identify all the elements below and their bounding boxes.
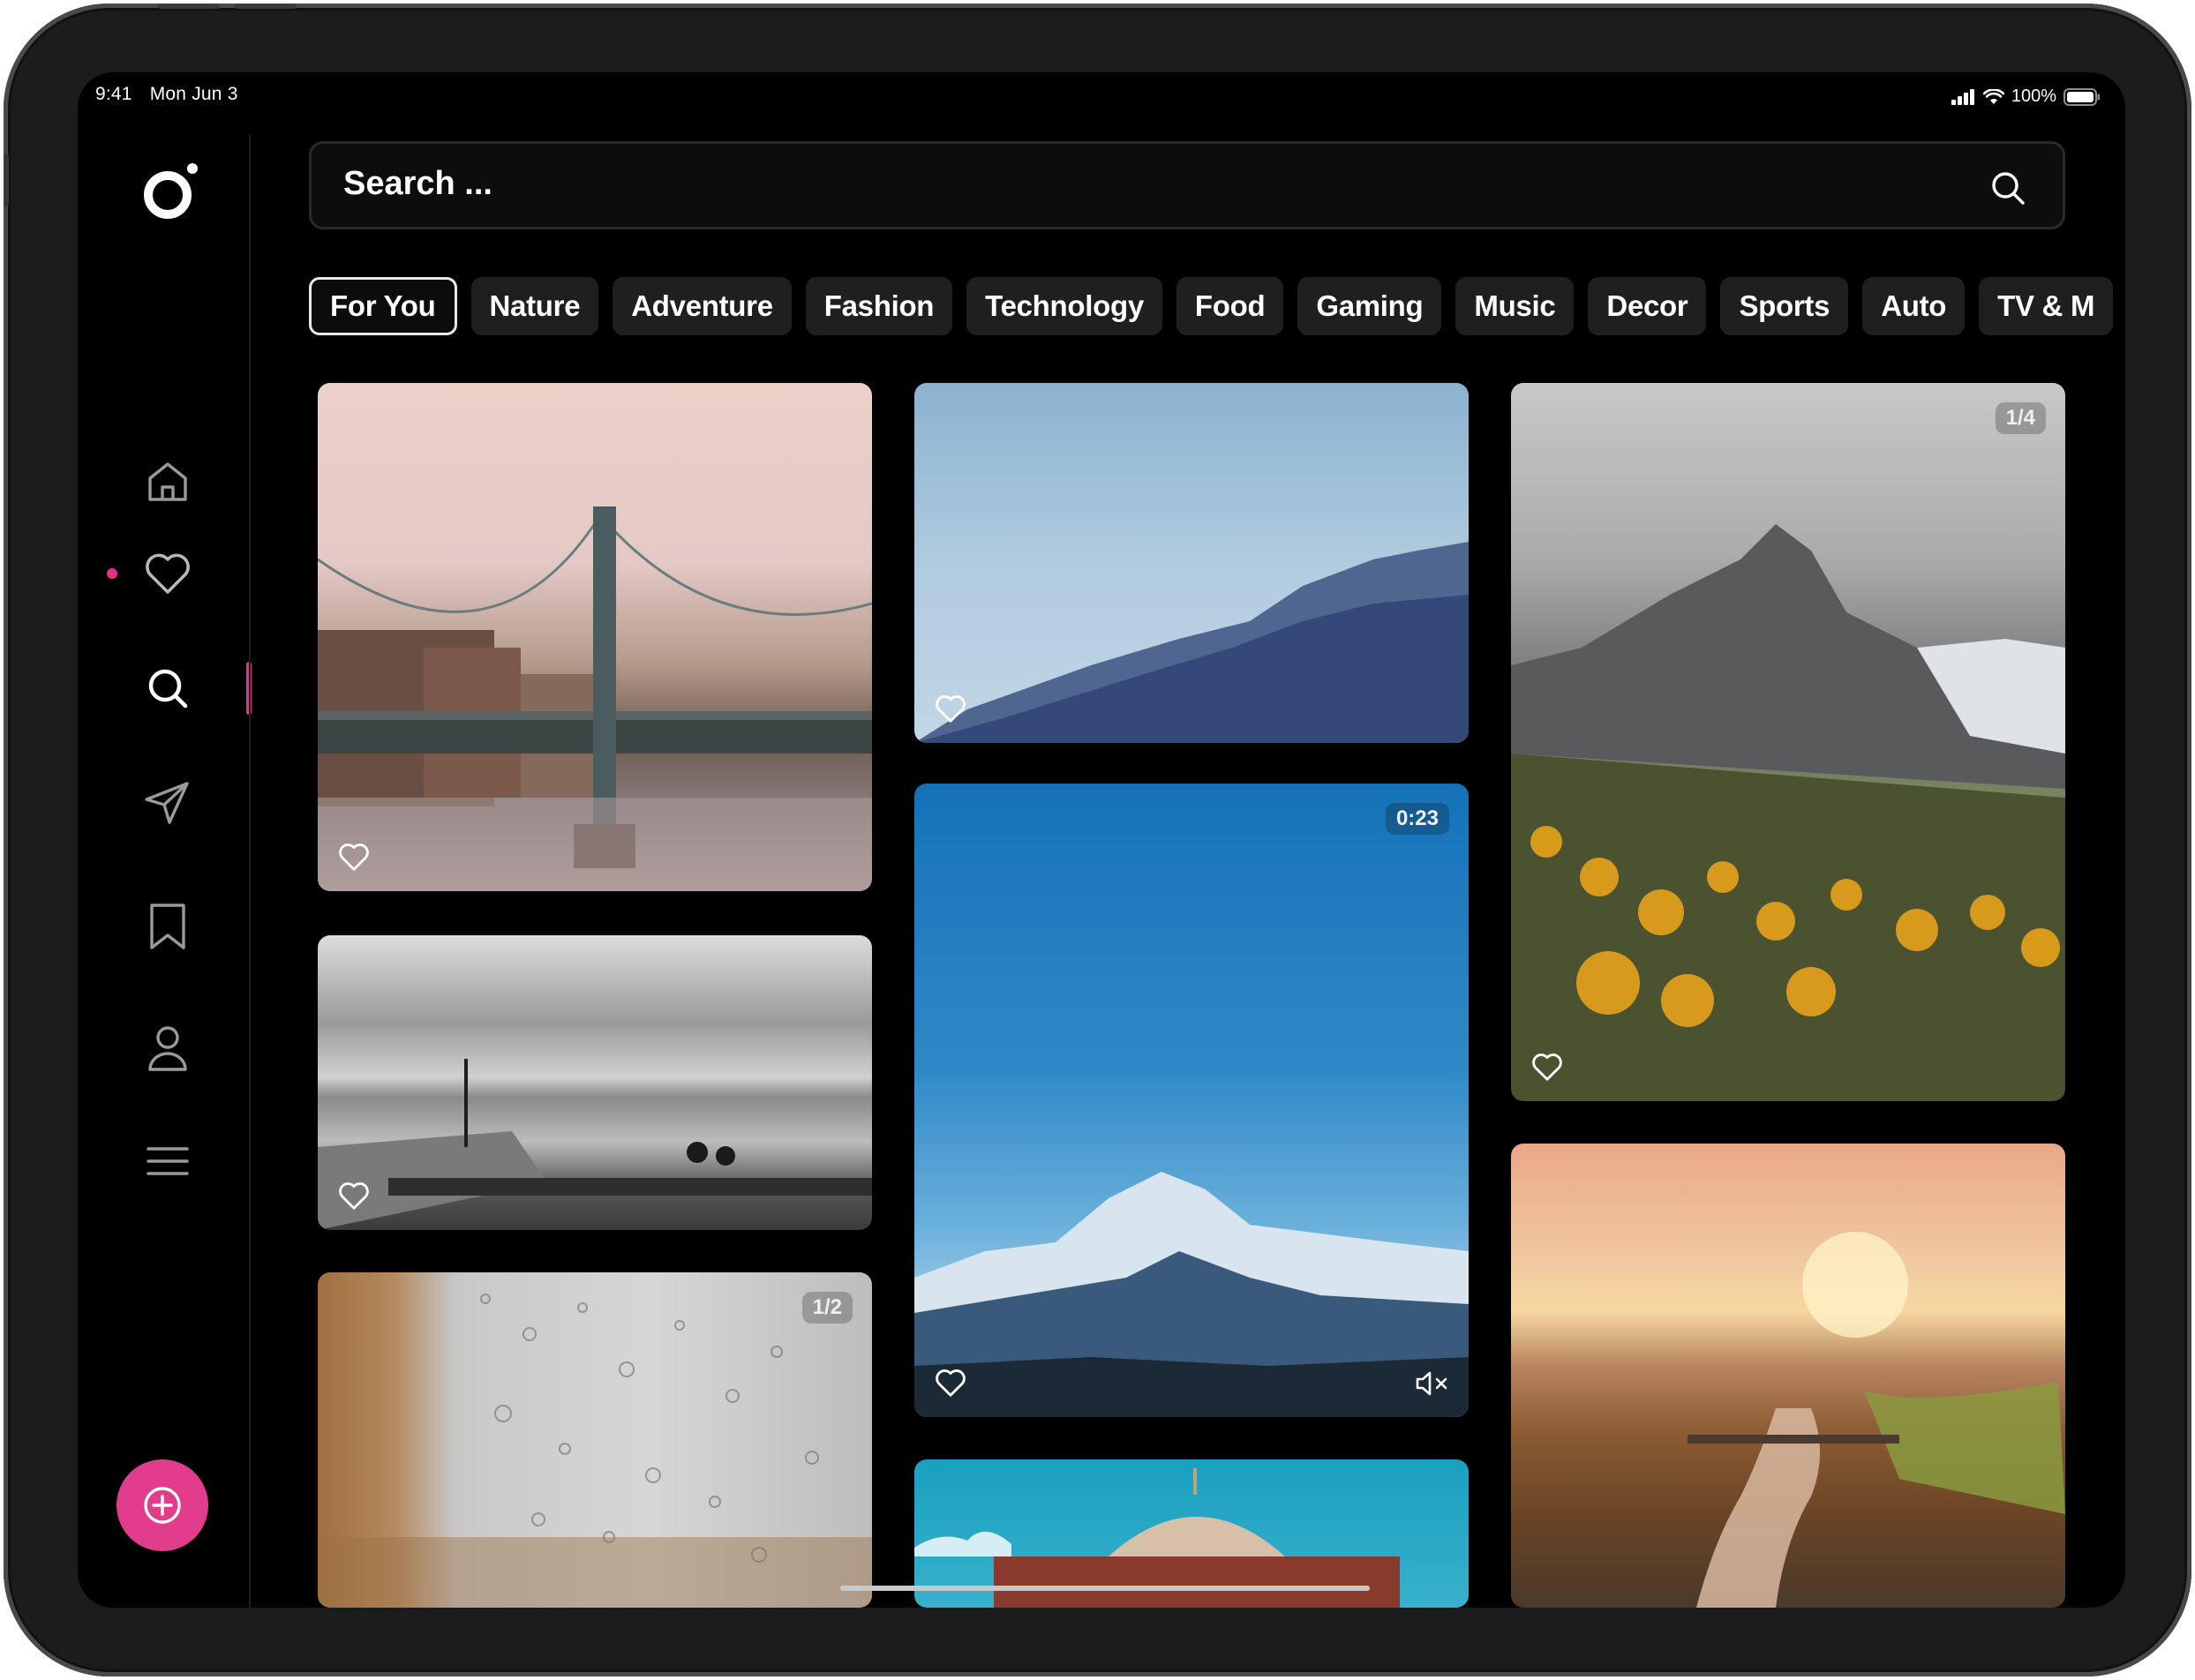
like-icon[interactable] xyxy=(934,1366,967,1399)
video-duration-badge: 0:23 xyxy=(1385,803,1449,835)
carousel-count-badge: 1/2 xyxy=(801,1292,853,1324)
chip-nature[interactable]: Nature xyxy=(470,277,599,335)
chip-decor[interactable]: Decor xyxy=(1588,277,1707,335)
device-button xyxy=(4,154,9,206)
mute-icon[interactable] xyxy=(1414,1369,1449,1398)
sunset-river-illustration xyxy=(1688,1232,2065,1608)
home-indicator[interactable] xyxy=(840,1586,1370,1591)
sunset-river-photo[interactable] xyxy=(1511,1144,2065,1608)
carousel-count-badge: 1/4 xyxy=(1995,402,2046,434)
category-chips: For You Nature Adventure Fashion Technology F… xyxy=(309,277,2125,341)
sidebar xyxy=(78,72,252,1608)
circle-logo-icon xyxy=(144,163,198,219)
alpine-peak-photo[interactable]: 1/4 xyxy=(1511,383,2065,1101)
sidebar-item-home[interactable] xyxy=(139,454,196,510)
tablet-frame: 9:41 Mon Jun 3 100% Search ... For You N… xyxy=(4,4,2191,1676)
cellular-signal-icon xyxy=(1951,88,1974,105)
device-button xyxy=(235,4,297,9)
chip-technology[interactable]: Technology xyxy=(966,277,1162,335)
like-icon[interactable] xyxy=(337,840,371,874)
chip-gaming[interactable]: Gaming xyxy=(1297,277,1442,335)
home-icon xyxy=(148,462,187,501)
status-bar: 9:41 Mon Jun 3 100% xyxy=(78,72,2125,125)
battery-icon xyxy=(2063,87,2100,106)
sidebar-item-saved[interactable] xyxy=(139,898,196,955)
sidebar-item-search[interactable] xyxy=(139,660,196,716)
search-icon xyxy=(148,669,188,709)
chip-music[interactable]: Music xyxy=(1455,277,1575,335)
chip-sports[interactable]: Sports xyxy=(1720,277,1849,335)
like-icon[interactable] xyxy=(934,692,967,725)
sidebar-item-favorites[interactable] xyxy=(139,545,196,602)
chip-for-you[interactable]: For You xyxy=(309,277,457,335)
raindrops-photo[interactable]: 1/2 xyxy=(318,1272,872,1608)
sidebar-item-menu[interactable] xyxy=(139,1133,196,1189)
chip-adventure[interactable]: Adventure xyxy=(613,277,792,335)
chip-auto[interactable]: Auto xyxy=(1862,277,1966,335)
search-input[interactable]: Search ... xyxy=(343,165,492,203)
chip-tv-movies[interactable]: TV & M xyxy=(1979,277,2114,335)
mountain-silhouette-illustration xyxy=(914,542,1469,743)
bridge-photo[interactable] xyxy=(318,383,872,891)
mountain-silhouette-photo[interactable] xyxy=(914,383,1469,743)
heart-icon xyxy=(146,553,190,594)
create-post-button[interactable] xyxy=(117,1459,208,1551)
bridge-illustration xyxy=(318,506,872,891)
plus-circle-icon xyxy=(144,1487,181,1524)
sidebar-divider xyxy=(249,134,251,1608)
like-icon[interactable] xyxy=(337,1179,371,1212)
user-icon xyxy=(148,1026,187,1071)
device-button xyxy=(158,4,220,9)
like-icon[interactable] xyxy=(1530,1050,1564,1084)
bookmark-icon xyxy=(150,904,185,949)
snowy-mountain-illustration xyxy=(914,1172,1469,1417)
raindrops-illustration xyxy=(318,1294,872,1608)
snowy-mountain-video[interactable]: 0:23 xyxy=(914,784,1469,1417)
pier-illustration xyxy=(318,1059,872,1230)
screen: 9:41 Mon Jun 3 100% Search ... For You N… xyxy=(78,72,2125,1608)
search-bar[interactable]: Search ... xyxy=(309,141,2065,229)
alpine-peak-illustration xyxy=(1511,524,2065,1101)
battery-percent: 100% xyxy=(2011,86,2056,106)
menu-icon xyxy=(147,1147,189,1175)
pier-photo[interactable] xyxy=(318,935,872,1230)
send-icon xyxy=(145,782,189,824)
notification-dot xyxy=(107,568,117,579)
chip-fashion[interactable]: Fashion xyxy=(805,277,953,335)
sidebar-item-messages[interactable] xyxy=(139,775,196,831)
wifi-icon xyxy=(1982,88,2004,104)
sidebar-item-profile[interactable] xyxy=(139,1020,196,1076)
chip-food[interactable]: Food xyxy=(1176,277,1284,335)
search-icon[interactable] xyxy=(1988,169,2027,207)
